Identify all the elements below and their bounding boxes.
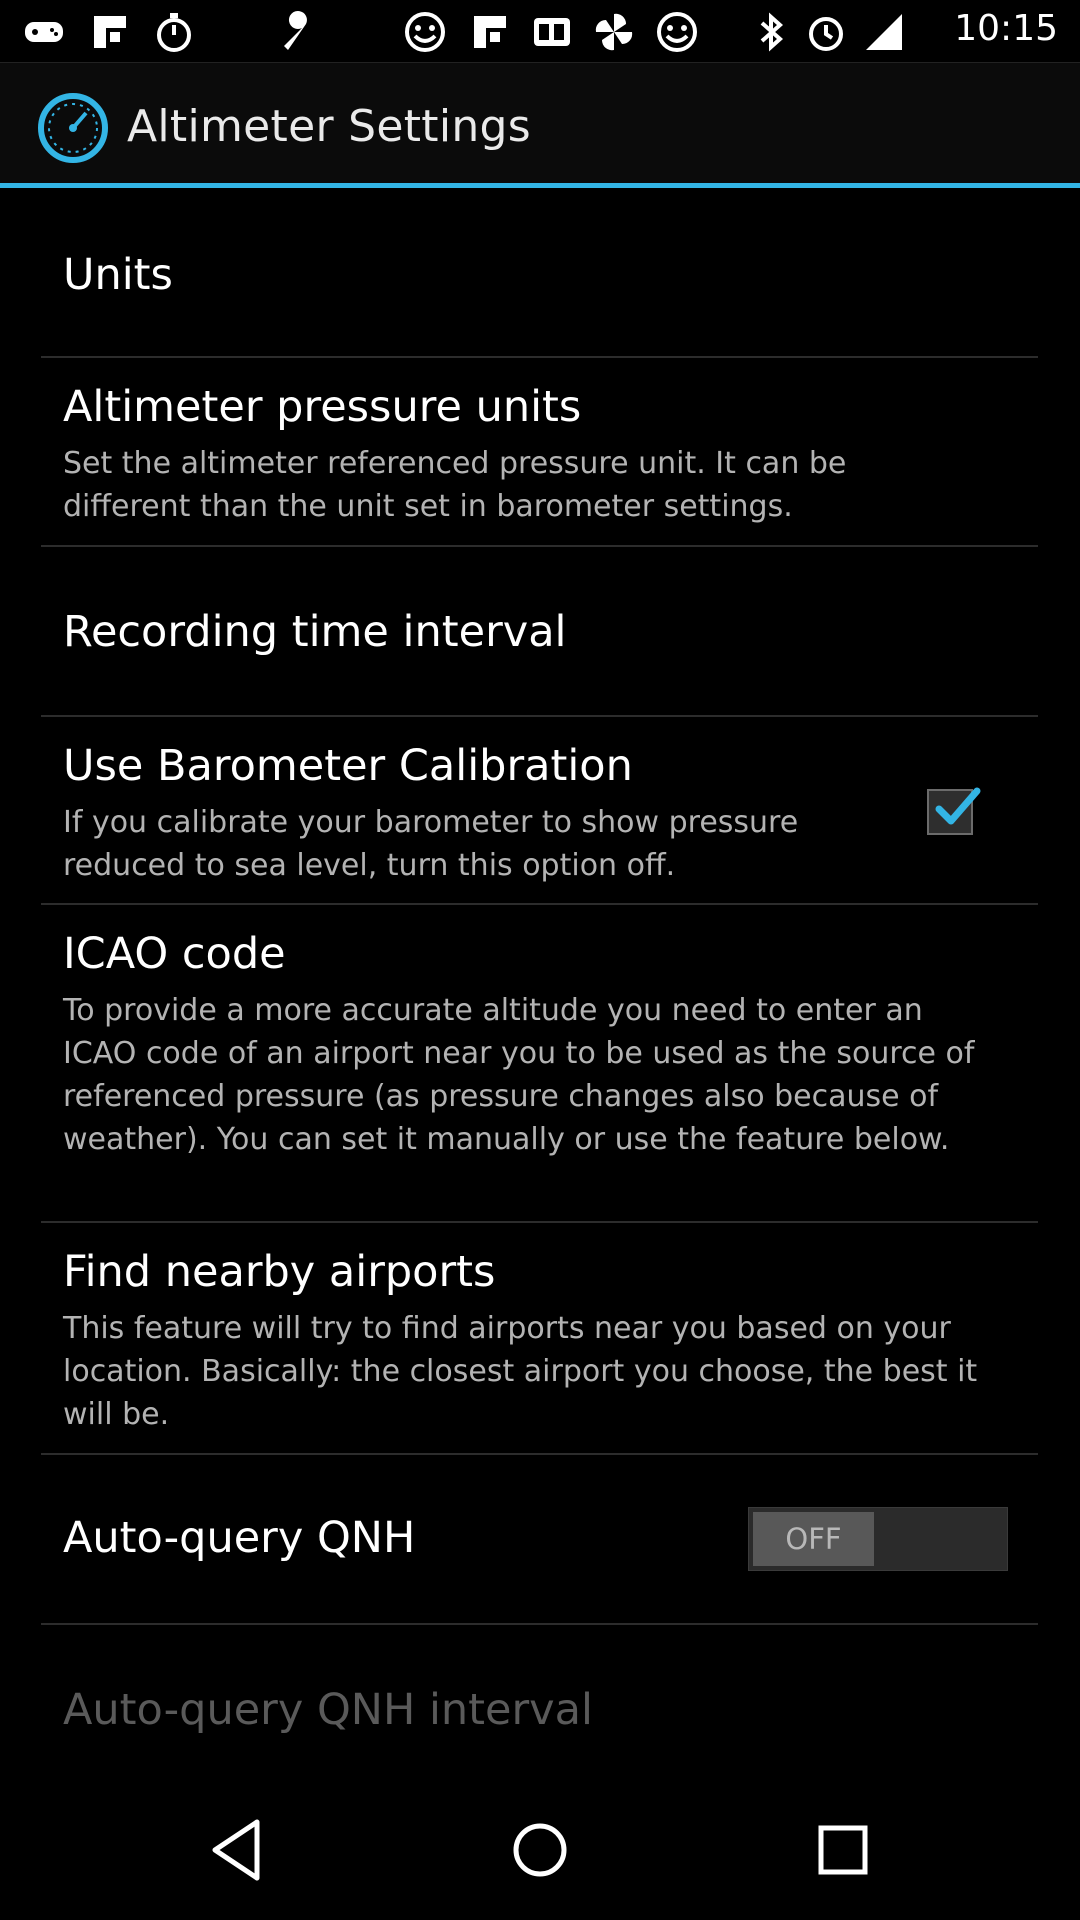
qr-icon (534, 18, 570, 46)
pref-summary: To provide a more accurate altitude you … (63, 993, 975, 1157)
pref-barometer-calibration[interactable]: Use Barometer Calibration If you calibra… (0, 717, 1080, 903)
pref-pressure-units[interactable]: Altimeter pressure units Set the altimet… (0, 358, 1080, 546)
status-bar: 10:15 (0, 0, 1080, 62)
auto-query-qnh-toggle[interactable]: OFF (748, 1507, 1008, 1571)
pref-title: Use Barometer Calibration (63, 741, 633, 791)
recents-icon[interactable] (803, 1810, 883, 1890)
units-header: Units (0, 188, 1080, 356)
smiley-icon (405, 12, 445, 52)
pref-auto-query-interval: Auto-query QNH interval (0, 1625, 1080, 1793)
gauge-icon[interactable] (36, 91, 110, 165)
signal-icon (866, 14, 902, 50)
action-bar: Altimeter Settings (0, 62, 1080, 185)
pref-title: Auto-query QNH interval (63, 1685, 593, 1735)
stopwatch-icon (157, 13, 191, 52)
pref-title: ICAO code (63, 929, 286, 979)
home-icon[interactable] (500, 1810, 580, 1890)
pref-title: Altimeter pressure units (63, 382, 582, 432)
toggle-knob: OFF (753, 1512, 874, 1566)
pref-recording-interval[interactable]: Recording time interval (0, 547, 1080, 715)
barometer-calibration-checkbox[interactable] (927, 787, 981, 835)
pref-summary: This feature will try to find airports n… (63, 1311, 978, 1432)
checkmark-icon (935, 787, 981, 825)
alarm-icon (809, 17, 843, 51)
smiley-icon (657, 12, 697, 52)
flipboard-icon (474, 16, 506, 48)
pref-title: Auto-query QNH (63, 1513, 416, 1563)
pref-title: Recording time interval (63, 607, 567, 657)
pref-summary: Set the altimeter referenced pressure un… (63, 446, 847, 524)
gamepad-icon (25, 22, 63, 42)
navigation-bar (0, 1780, 1080, 1920)
wrench-icon (284, 10, 307, 51)
pinwheel-icon (595, 13, 633, 51)
pref-title: Find nearby airports (63, 1247, 496, 1297)
pref-summary: If you calibrate your barometer to show … (63, 805, 799, 883)
section-header-label: Units (63, 250, 173, 300)
bluetooth-icon (760, 12, 784, 52)
back-icon[interactable] (197, 1810, 277, 1890)
pref-auto-query-qnh[interactable]: Auto-query QNH OFF (0, 1455, 1080, 1623)
flipboard-icon (94, 16, 126, 48)
page-title: Altimeter Settings (127, 101, 531, 152)
pref-icao-code[interactable]: ICAO code To provide a more accurate alt… (0, 905, 1080, 1221)
pref-find-nearby-airports[interactable]: Find nearby airports This feature will t… (0, 1223, 1080, 1453)
status-time: 10:15 (954, 8, 1058, 49)
